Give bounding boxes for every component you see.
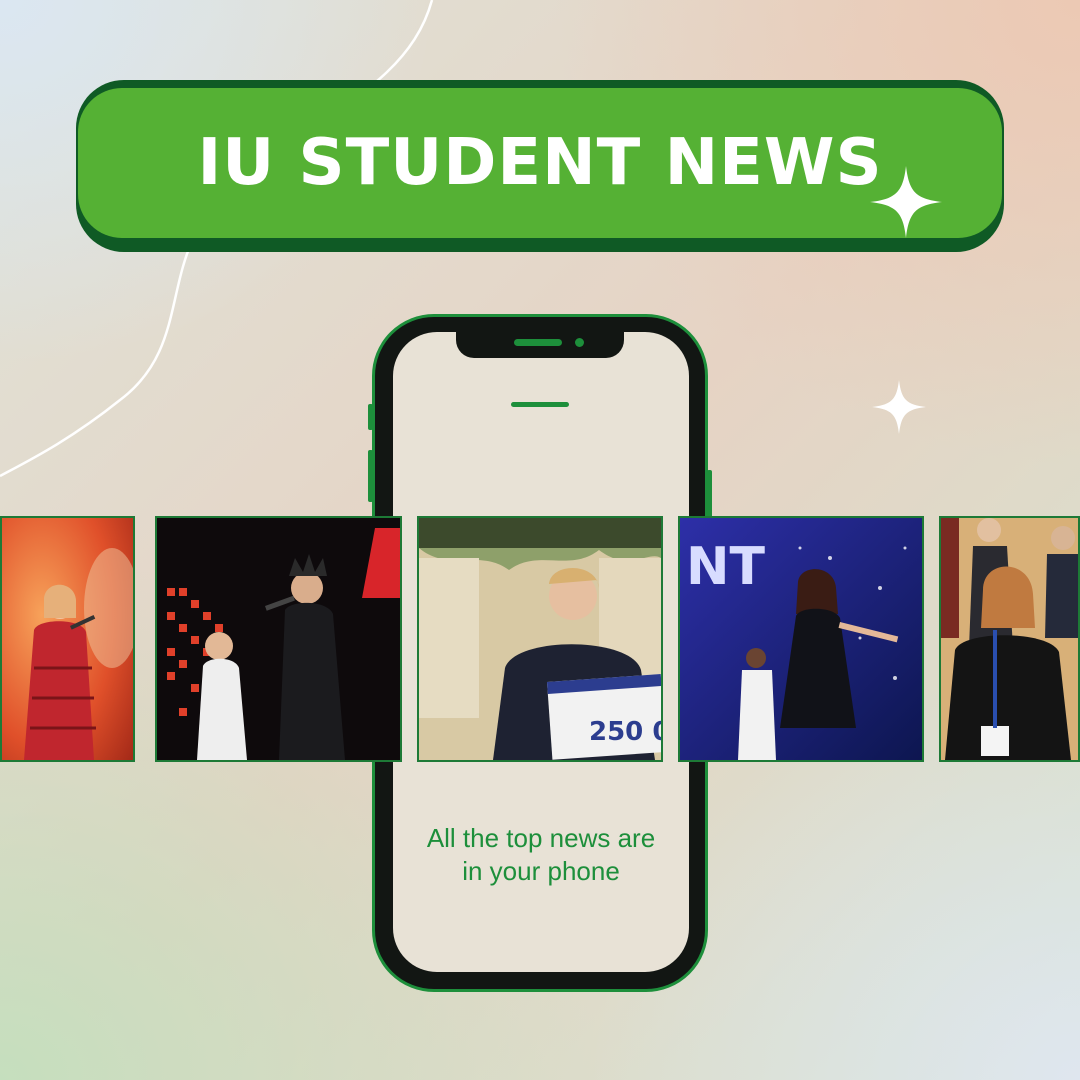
stage-screen-text: NT	[686, 537, 766, 597]
phone-camera	[575, 338, 584, 347]
rock-band-stage-photo	[155, 516, 402, 762]
phone-volume-button	[368, 450, 373, 502]
screen-divider	[511, 402, 569, 407]
caption-line-2: in your phone	[462, 856, 620, 886]
sparkle-icon	[870, 166, 942, 238]
phone-caption: All the top news are in your phone	[393, 822, 689, 888]
phone-speaker	[514, 339, 562, 346]
sparkle-small-icon	[872, 380, 926, 434]
singer-red-dress-photo	[0, 516, 135, 762]
students-in-auditorium-photo	[939, 516, 1080, 762]
phone-side-button	[368, 404, 373, 430]
title-banner: IU STUDENT NEWS	[78, 88, 1002, 238]
student-with-prize-check-photo: 250 0	[417, 516, 663, 762]
caption-line-1: All the top news are	[426, 823, 656, 853]
prize-check-amount: 250 0	[589, 717, 661, 747]
page-title: IU STUDENT NEWS	[197, 126, 883, 200]
singer-blue-stage-photo: NT	[678, 516, 924, 762]
